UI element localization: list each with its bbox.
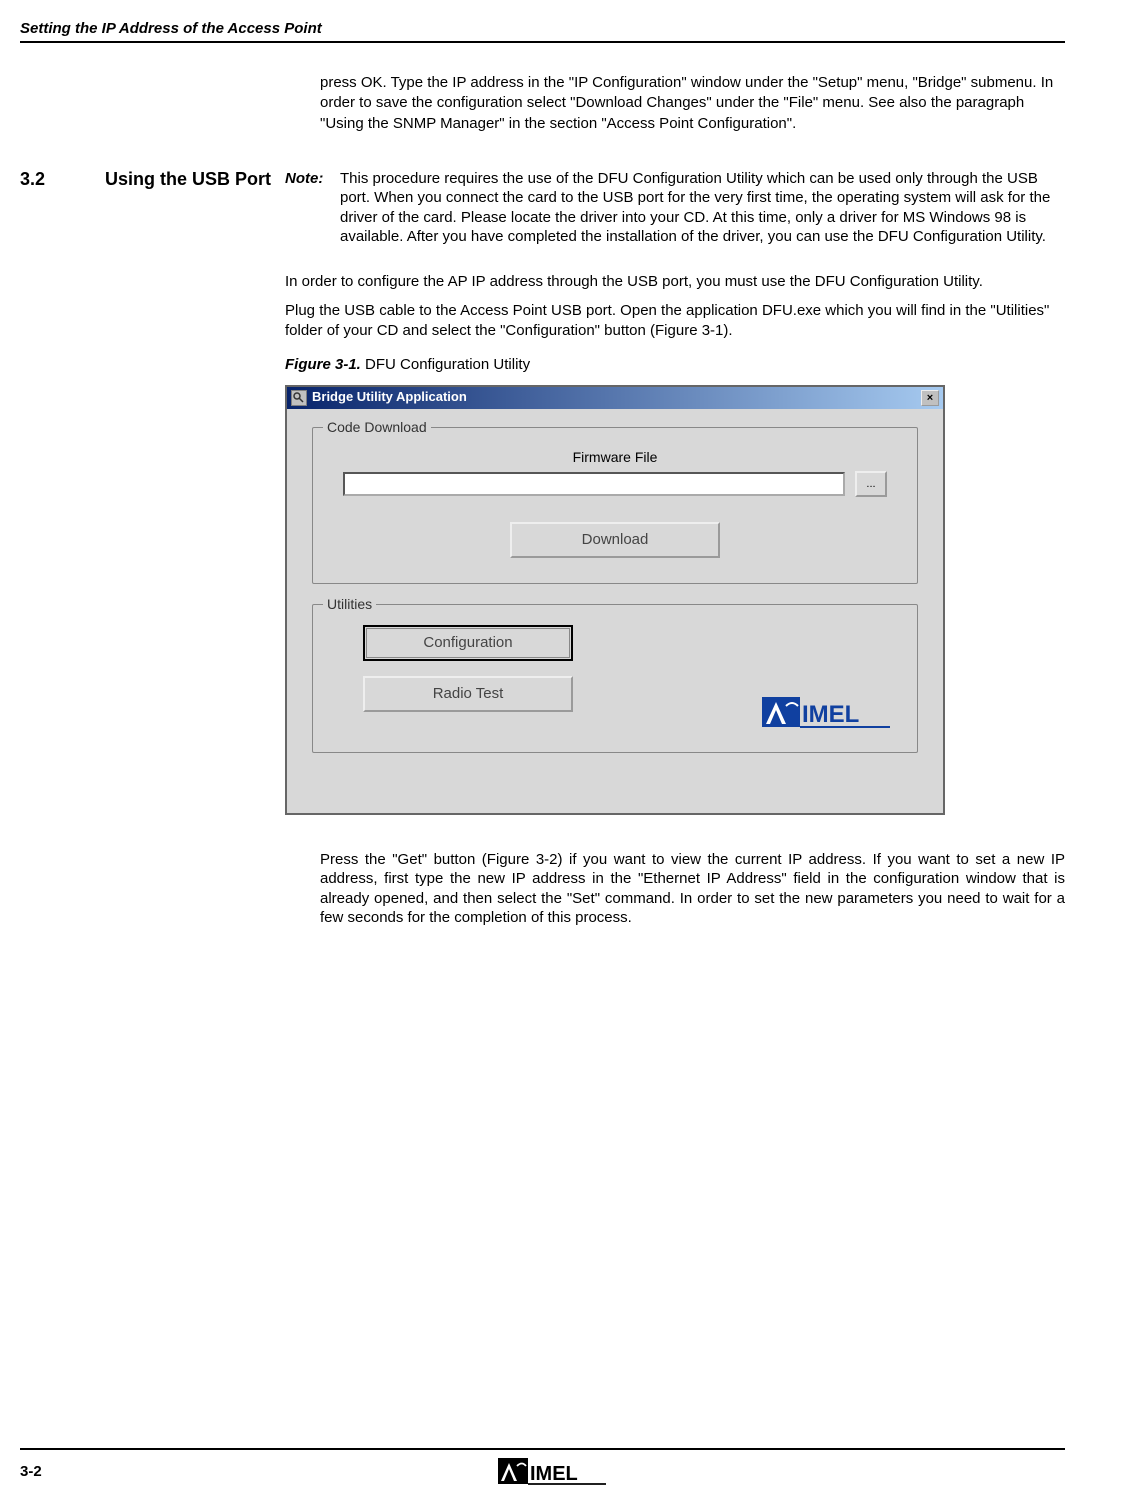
svg-text:IMEL: IMEL: [802, 701, 859, 728]
note-text: This procedure requires the use of the D…: [340, 169, 1065, 247]
window-title: Bridge Utility Application: [312, 389, 921, 406]
figure-caption: Figure 3-1. DFU Configuration Utility: [285, 355, 1065, 375]
page-number: 3-2: [20, 1463, 42, 1480]
utilities-legend: Utilities: [323, 595, 376, 613]
code-download-group: Code Download Firmware File ... Download: [312, 427, 918, 584]
body-paragraph-2: Plug the USB cable to the Access Point U…: [285, 301, 1065, 340]
radio-test-button[interactable]: Radio Test: [363, 676, 573, 712]
note-label: Note:: [285, 169, 340, 247]
body-paragraph-1: In order to configure the AP IP address …: [285, 272, 1065, 292]
page-footer: 3-2 IMEL: [20, 1448, 1065, 1487]
app-icon: [291, 390, 307, 406]
figure-title: DFU Configuration Utility: [361, 356, 530, 373]
browse-button[interactable]: ...: [855, 471, 887, 497]
utilities-group: Utilities Configuration Radio Test IMEL: [312, 604, 918, 753]
footer-atmel-logo: IMEL: [498, 1455, 608, 1487]
section-number: 3.2: [20, 169, 105, 850]
page-header-title: Setting the IP Address of the Access Poi…: [20, 20, 1065, 43]
footer-paragraph: Press the "Get" button (Figure 3-2) if y…: [320, 850, 1065, 928]
close-button[interactable]: ×: [921, 390, 939, 406]
figure-label: Figure 3-1.: [285, 356, 361, 373]
download-button[interactable]: Download: [510, 522, 720, 558]
firmware-file-input[interactable]: [343, 472, 845, 496]
window-titlebar: Bridge Utility Application ×: [287, 387, 943, 409]
firmware-file-label: Firmware File: [343, 448, 887, 466]
atmel-logo: IMEL: [762, 692, 892, 732]
intro-paragraph: press OK. Type the IP address in the "IP…: [320, 73, 1065, 134]
section-title: Using the USB Port: [105, 169, 285, 850]
svg-text:IMEL: IMEL: [530, 1463, 578, 1485]
dfu-screenshot: Bridge Utility Application × Code Downlo…: [285, 385, 945, 815]
configuration-button[interactable]: Configuration: [363, 625, 573, 661]
code-download-legend: Code Download: [323, 418, 431, 436]
